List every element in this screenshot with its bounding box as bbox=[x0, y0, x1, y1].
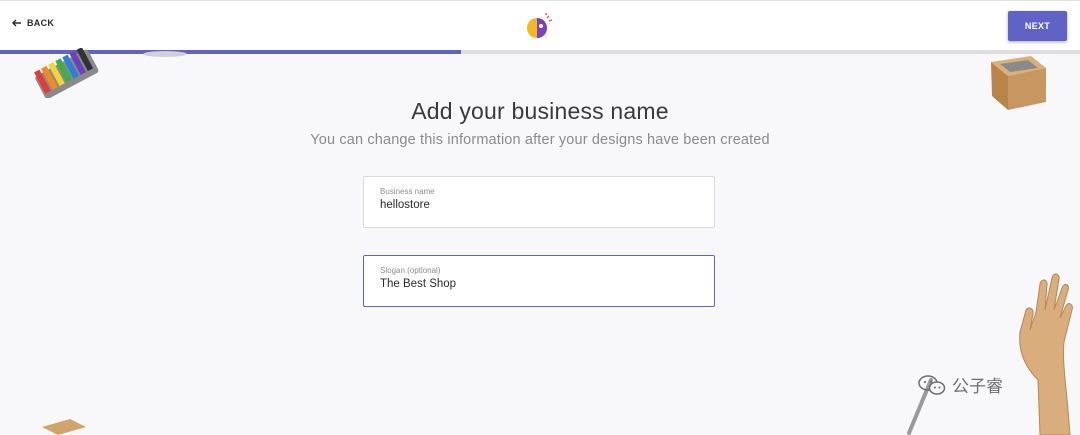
watermark: 公子睿 bbox=[918, 372, 1003, 397]
colored-pencils-image bbox=[34, 48, 99, 98]
back-button-label: BACK bbox=[27, 18, 55, 28]
wechat-icon bbox=[918, 374, 946, 395]
business-name-input[interactable] bbox=[380, 199, 700, 211]
decor-shadow-image bbox=[143, 51, 187, 57]
business-name-field[interactable]: Business name bbox=[363, 176, 715, 228]
slogan-input[interactable] bbox=[380, 278, 700, 290]
business-name-label: Business name bbox=[380, 187, 435, 196]
cardboard-box-image bbox=[42, 419, 86, 435]
next-button[interactable]: NEXT bbox=[1008, 11, 1067, 41]
arrow-left-icon bbox=[12, 19, 21, 27]
wooden-hand-image bbox=[1019, 273, 1073, 435]
page-subtitle: You can change this information after yo… bbox=[310, 132, 770, 148]
watermark-text: 公子睿 bbox=[952, 377, 1003, 397]
slogan-field[interactable]: Slogan (optional) bbox=[363, 255, 715, 307]
top-bar: BACK NEXT bbox=[0, 0, 1080, 50]
slogan-label: Slogan (optional) bbox=[380, 266, 441, 275]
app-logo bbox=[524, 13, 554, 41]
back-button[interactable]: BACK bbox=[12, 18, 54, 28]
page-title: Add your business name bbox=[411, 98, 669, 124]
